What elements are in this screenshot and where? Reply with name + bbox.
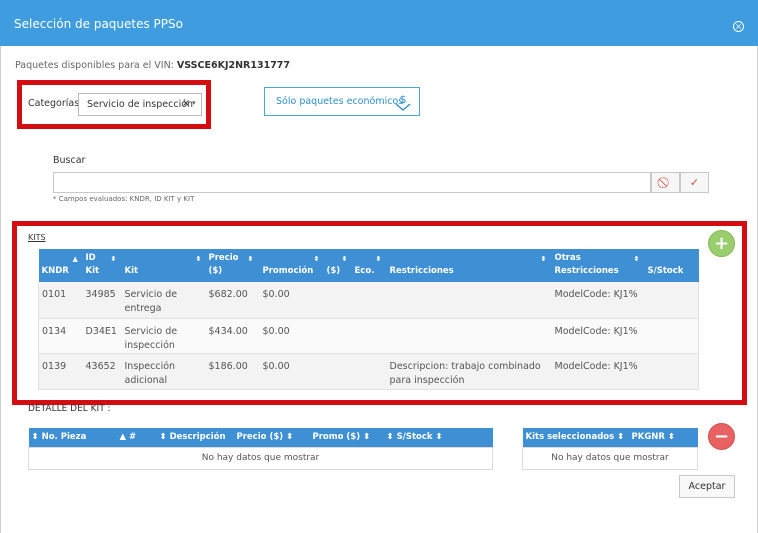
- vin-line: Paquetes disponibles para el VIN: VSSCE6…: [15, 60, 290, 71]
- kits-title: KITS: [28, 233, 46, 242]
- sort-icon: ⬍: [247, 255, 254, 263]
- categorias-select[interactable]: Servicio de inspección × ▾: [78, 93, 202, 116]
- cell-kit: Inspección adicional: [121, 353, 206, 390]
- cell-eco: [351, 353, 387, 390]
- cell-promo-usd: [323, 318, 352, 354]
- sort-icon: ⬍: [633, 255, 640, 263]
- dialog-border-left: [0, 46, 1, 533]
- detalle-header-row: ⬍ No. Pieza ▲ # ⬍ Descripción Precio ($)…: [28, 428, 493, 447]
- cell-id: 34985: [82, 282, 122, 319]
- cell-promo-usd: [323, 353, 352, 390]
- categorias-selected: Servicio de inspección: [87, 99, 194, 110]
- confirm-search-button[interactable]: ✓: [680, 172, 709, 193]
- clear-selection-icon[interactable]: ×: [182, 98, 190, 109]
- col-precio[interactable]: Precio ($) ⬍: [233, 428, 310, 447]
- empty-row: No hay datos que mostrar: [522, 446, 698, 470]
- search-hint: * Campos evaluados: KNDR, ID KIT y KIT: [53, 195, 195, 203]
- table-row[interactable]: 0139 43652 Inspección adicional $186.00 …: [38, 353, 699, 390]
- eco-button-label: Sólo paquetes económicos: [276, 96, 404, 107]
- empty-row: No hay datos que mostrar: [28, 446, 493, 470]
- cell-promo: $0.00: [259, 353, 324, 390]
- close-icon[interactable]: ×: [733, 21, 744, 32]
- cell-precio: $186.00: [205, 353, 260, 390]
- sort-icon: ⬍: [375, 255, 382, 263]
- col-pkgnr[interactable]: PKGNR ⬍: [628, 428, 698, 447]
- cell-stock: [644, 282, 699, 319]
- sort-icon: ⬍: [195, 255, 202, 263]
- col-kit[interactable]: ⬍ Kit: [121, 249, 206, 282]
- table-row[interactable]: 0101 34985 Servicio de entrega $682.00 $…: [38, 282, 699, 319]
- cell-kndr: 0101: [38, 282, 83, 319]
- cell-kndr: 0134: [38, 318, 83, 354]
- cell-promo: $0.00: [259, 282, 324, 319]
- col-promo[interactable]: Promo ($) ⬍: [309, 428, 384, 447]
- cell-restricciones: Descripcion: trabajo combinado para insp…: [386, 353, 552, 390]
- col-restricciones[interactable]: ⬍ Restricciones: [386, 249, 552, 282]
- remove-kit-button[interactable]: −: [708, 423, 735, 450]
- sort-icon: ▲: [72, 255, 78, 263]
- col-eco[interactable]: ⬍ Eco.: [351, 249, 387, 282]
- dialog-header: Selección de paquetes PPSo ×: [0, 0, 758, 46]
- eco-packages-button[interactable]: Sólo paquetes económicos $: [264, 87, 420, 116]
- cell-kndr: 0139: [38, 353, 83, 390]
- cell-kit: Servicio de inspección: [121, 318, 206, 354]
- cell-precio: $682.00: [205, 282, 260, 319]
- col-kndr[interactable]: ▲ KNDR: [38, 249, 83, 282]
- vin-label: Paquetes disponibles para el VIN:: [15, 60, 174, 71]
- cell-eco: [351, 318, 387, 354]
- vin-value: VSSCE6KJ2NR131777: [176, 60, 291, 71]
- col-precio[interactable]: ⬍ Precio ($): [205, 249, 260, 282]
- col-no-pieza[interactable]: ⬍ No. Pieza: [28, 428, 117, 447]
- col-stock[interactable]: ⬍ S/Stock ⬍: [383, 428, 493, 447]
- empty-message: No hay datos que mostrar: [28, 446, 493, 470]
- col-promocion[interactable]: ⬍ Promoción: [259, 249, 324, 282]
- empty-message: No hay datos que mostrar: [522, 446, 698, 470]
- cell-otras: ModelCode: KJ1%: [551, 353, 645, 390]
- cell-restricciones: [386, 282, 552, 319]
- kits-table: ▲ KNDR ⬍ ID Kit ⬍ Kit ⬍ Precio ($) ⬍ Promoción …: [38, 249, 699, 390]
- col-otras-restricciones[interactable]: ⬍ Otras Restricciones: [551, 249, 645, 282]
- cell-promo-usd: [323, 282, 352, 319]
- selected-kits-table: Kits seleccionados ⬍ PKGNR ⬍ No hay dato…: [522, 428, 698, 470]
- cell-otras: ModelCode: KJ1%: [551, 282, 645, 319]
- categorias-label: Categorías: [28, 98, 80, 109]
- detalle-title: DETALLE DEL KIT :: [28, 404, 111, 414]
- cell-stock: [644, 318, 699, 354]
- check-circle-icon: ✓: [689, 176, 700, 189]
- cell-kit: Servicio de entrega: [121, 282, 206, 319]
- buscar-label: Buscar: [53, 155, 86, 166]
- sort-icon: ⬍: [110, 255, 117, 263]
- cell-id: D34E1: [82, 318, 122, 354]
- cell-id: 43652: [82, 353, 122, 390]
- cell-precio: $434.00: [205, 318, 260, 354]
- table-row[interactable]: 0134 D34E1 Servicio de inspección $434.0…: [38, 318, 699, 354]
- kits-header-row: ▲ KNDR ⬍ ID Kit ⬍ Kit ⬍ Precio ($) ⬍ Promoción …: [38, 249, 699, 282]
- chevron-down-icon[interactable]: ▾: [192, 99, 196, 107]
- cell-otras: ModelCode: KJ1%: [551, 318, 645, 354]
- sort-icon: ⬍: [540, 255, 547, 263]
- sort-icon: ⬍: [341, 255, 348, 263]
- cell-stock: [644, 353, 699, 390]
- cell-restricciones: [386, 318, 552, 354]
- cell-eco: [351, 282, 387, 319]
- cell-promo: $0.00: [259, 318, 324, 354]
- sort-icon: ⬍: [313, 255, 320, 263]
- col-kits-seleccionados[interactable]: Kits seleccionados ⬍: [522, 428, 629, 447]
- detalle-table: ⬍ No. Pieza ▲ # ⬍ Descripción Precio ($)…: [28, 428, 493, 470]
- svg-text:$: $: [400, 93, 407, 106]
- aceptar-button[interactable]: Aceptar: [679, 475, 735, 498]
- col-numero[interactable]: ▲ #: [116, 428, 157, 447]
- add-kit-button[interactable]: +: [708, 230, 735, 257]
- col-stock[interactable]: S/Stock: [644, 249, 699, 282]
- col-descripcion[interactable]: ⬍ Descripción: [156, 428, 234, 447]
- col-promo-usd[interactable]: ⬍ ($): [323, 249, 352, 282]
- search-input[interactable]: [53, 172, 651, 193]
- dialog-title: Selección de paquetes PPSo: [14, 17, 183, 31]
- clear-search-button[interactable]: ⃠: [651, 172, 680, 193]
- selected-header-row: Kits seleccionados ⬍ PKGNR ⬍: [522, 428, 698, 447]
- dollar-down-icon: $: [395, 93, 411, 111]
- col-id-kit[interactable]: ⬍ ID Kit: [82, 249, 122, 282]
